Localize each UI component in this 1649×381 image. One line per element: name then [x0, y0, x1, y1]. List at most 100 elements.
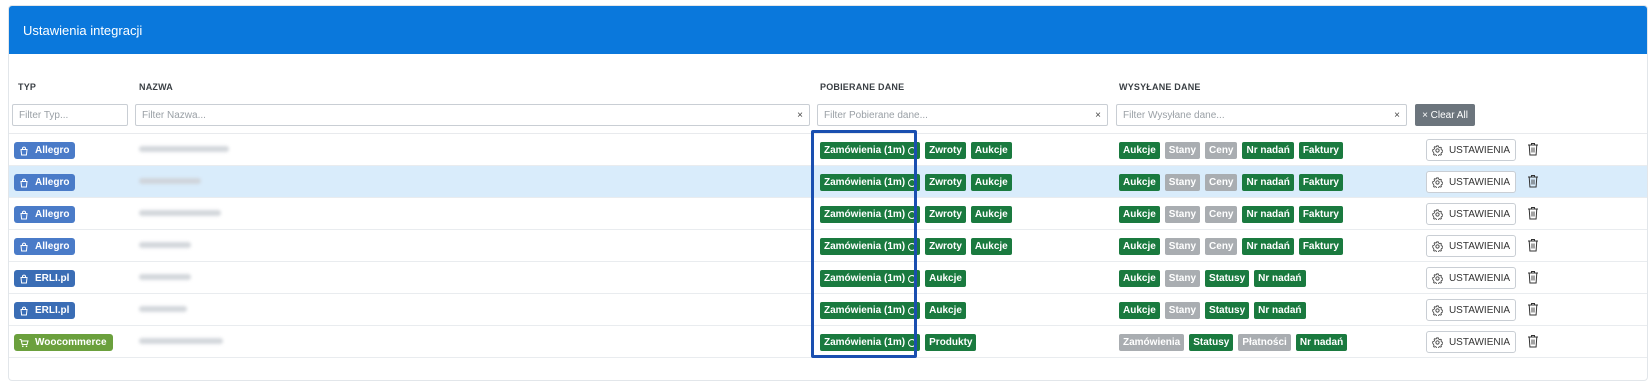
table-row[interactable]: Allegro Zamówienia (1m) Zwroty Aukcje Aukcje… [9, 198, 1647, 230]
pobierane-tag[interactable]: Aukcje [925, 302, 966, 319]
clear-all-button[interactable]: × Clear All [1415, 104, 1475, 126]
wysylane-tag[interactable]: Nr nadań [1254, 270, 1306, 287]
pobierane-tag[interactable]: Aukcje [970, 206, 1012, 223]
type-label: ERLI.pl [35, 273, 70, 284]
wysylane-tag[interactable]: Faktury [1298, 206, 1343, 223]
column-header-typ[interactable]: TYP [18, 82, 36, 92]
wysylane-tag[interactable]: Ceny [1205, 238, 1238, 255]
wysylane-tag[interactable]: Stany [1164, 302, 1201, 319]
pobierane-tag[interactable]: Zwroty [925, 174, 966, 191]
wysylane-tag[interactable]: Faktury [1298, 238, 1343, 255]
pobierane-tag[interactable]: Zamówienia (1m) [820, 270, 921, 287]
wysylane-tag[interactable]: Nr nadań [1242, 206, 1294, 223]
settings-button[interactable]: USTAWIENIA [1426, 331, 1516, 353]
panel-title: Ustawienia integracji [23, 22, 143, 38]
filter-wysylane: × [1116, 104, 1407, 126]
wysylane-tag[interactable]: Stany [1164, 174, 1201, 191]
wysylane-tag[interactable]: Stany [1164, 206, 1201, 223]
type-label: Allegro [35, 177, 70, 188]
table-row[interactable]: ERLI.pl Zamówienia (1m) Aukcje Aukcje Stany S… [9, 294, 1647, 326]
filter-wysylane-input[interactable] [1123, 109, 1391, 121]
wysylane-tag[interactable]: Statusy [1205, 270, 1250, 287]
pobierane-tag[interactable]: Zamówienia (1m) [820, 142, 921, 159]
type-label: ERLI.pl [35, 305, 70, 316]
settings-button[interactable]: USTAWIENIA [1426, 235, 1516, 257]
pobierane-tag[interactable]: Aukcje [970, 238, 1012, 255]
settings-button[interactable]: USTAWIENIA [1426, 203, 1516, 225]
settings-button[interactable]: USTAWIENIA [1426, 171, 1516, 193]
pobierane-tag[interactable]: Zamówienia (1m) [820, 206, 921, 223]
sync-cycle-icon [908, 242, 917, 251]
type-label: Allegro [35, 241, 70, 252]
pobierane-tag[interactable]: Aukcje [970, 142, 1012, 159]
wysylane-tag[interactable]: Statusy [1189, 334, 1234, 351]
wysylane-tag[interactable]: Ceny [1205, 174, 1238, 191]
column-header-wysylane[interactable]: WYSYŁANE DANE [1119, 82, 1201, 92]
pobierane-tag[interactable]: Zwroty [925, 238, 966, 255]
pobierane-tag[interactable]: Aukcje [970, 174, 1012, 191]
filter-pobierane-input[interactable] [824, 109, 1092, 121]
filter-pobierane: × [817, 104, 1108, 126]
table-row[interactable]: ERLI.pl Zamówienia (1m) Aukcje Aukcje Stany S… [9, 262, 1647, 294]
wysylane-tag[interactable]: Nr nadań [1254, 302, 1306, 319]
pobierane-tags: Zamówienia (1m) Zwroty Aukcje [820, 174, 1012, 191]
wysylane-tag[interactable]: Ceny [1205, 206, 1238, 223]
type-badge: Allegro [14, 174, 76, 191]
wysylane-tag[interactable]: Stany [1164, 238, 1201, 255]
wysylane-tag[interactable]: Nr nadań [1295, 334, 1348, 351]
filter-wysylane-clear-icon[interactable]: × [1394, 110, 1400, 121]
wysylane-tag[interactable]: Statusy [1205, 302, 1250, 319]
wysylane-tag[interactable]: Faktury [1298, 142, 1343, 159]
pobierane-tag[interactable]: Zamówienia (1m) [820, 238, 921, 255]
type-badge: Woocommerce [14, 334, 113, 351]
wysylane-tag[interactable]: Faktury [1298, 174, 1343, 191]
wysylane-tag[interactable]: Aukcje [1119, 302, 1160, 319]
table-row[interactable]: Allegro Zamówienia (1m) Zwroty Aukcje Aukcje… [9, 166, 1647, 198]
filter-typ-input[interactable] [19, 109, 151, 121]
pobierane-tag[interactable]: Zamówienia (1m) [820, 302, 921, 319]
table-row[interactable]: Allegro Zamówienia (1m) Zwroty Aukcje Aukcje… [9, 134, 1647, 166]
filter-nazwa-clear-icon[interactable]: × [797, 110, 803, 121]
wysylane-tag[interactable]: Nr nadań [1242, 142, 1294, 159]
wysylane-tag[interactable]: Stany [1164, 142, 1201, 159]
settings-button[interactable]: USTAWIENIA [1426, 139, 1516, 161]
wysylane-tags: Aukcje Stany Ceny Nr nadań Faktury [1119, 206, 1343, 223]
wysylane-tag[interactable]: Aukcje [1119, 174, 1160, 191]
wysylane-tag[interactable]: Płatności [1238, 334, 1291, 351]
wysylane-tags: Aukcje Stany Ceny Nr nadań Faktury [1119, 238, 1343, 255]
pobierane-tag[interactable]: Zamówienia (1m) [820, 334, 921, 351]
settings-button-label: USTAWIENIA [1448, 272, 1511, 284]
table-row[interactable]: Woocommerce Zamówienia (1m) Produkty Zamówi… [9, 326, 1647, 358]
wysylane-tags: Aukcje Stany Ceny Nr nadań Faktury [1119, 174, 1343, 191]
filter-pobierane-clear-icon[interactable]: × [1095, 110, 1101, 121]
pobierane-tag[interactable]: Zwroty [925, 142, 966, 159]
bag-icon [19, 210, 29, 220]
column-header-nazwa[interactable]: NAZWA [139, 82, 173, 92]
pobierane-tag[interactable]: Produkty [925, 334, 977, 351]
integration-name-redacted [139, 242, 191, 248]
column-header-pobierane[interactable]: POBIERANE DANE [820, 82, 904, 92]
sync-cycle-icon [908, 306, 917, 315]
gear-icon [1432, 240, 1443, 252]
wysylane-tags: Zamówienia Statusy Płatności Nr nadań [1119, 334, 1348, 351]
wysylane-tag[interactable]: Aukcje [1119, 238, 1160, 255]
wysylane-tag[interactable]: Aukcje [1119, 270, 1160, 287]
wysylane-tag[interactable]: Nr nadań [1242, 238, 1294, 255]
wysylane-tag[interactable]: Ceny [1205, 142, 1238, 159]
settings-button-label: USTAWIENIA [1448, 208, 1511, 220]
wysylane-tag[interactable]: Nr nadań [1242, 174, 1294, 191]
pobierane-tag[interactable]: Zwroty [925, 206, 966, 223]
settings-button[interactable]: USTAWIENIA [1426, 299, 1516, 321]
table-body: Allegro Zamówienia (1m) Zwroty Aukcje Aukcje… [9, 134, 1647, 358]
pobierane-tag[interactable]: Zamówienia (1m) [820, 174, 921, 191]
filter-nazwa: × [135, 104, 810, 126]
wysylane-tag[interactable]: Zamówienia [1119, 334, 1185, 351]
pobierane-tags: Zamówienia (1m) Aukcje [820, 302, 966, 319]
settings-button[interactable]: USTAWIENIA [1426, 267, 1516, 289]
wysylane-tag[interactable]: Stany [1164, 270, 1201, 287]
pobierane-tag[interactable]: Aukcje [925, 270, 966, 287]
filter-nazwa-input[interactable] [142, 109, 794, 121]
wysylane-tag[interactable]: Aukcje [1119, 142, 1160, 159]
table-row[interactable]: Allegro Zamówienia (1m) Zwroty Aukcje Aukcje… [9, 230, 1647, 262]
wysylane-tag[interactable]: Aukcje [1119, 206, 1160, 223]
